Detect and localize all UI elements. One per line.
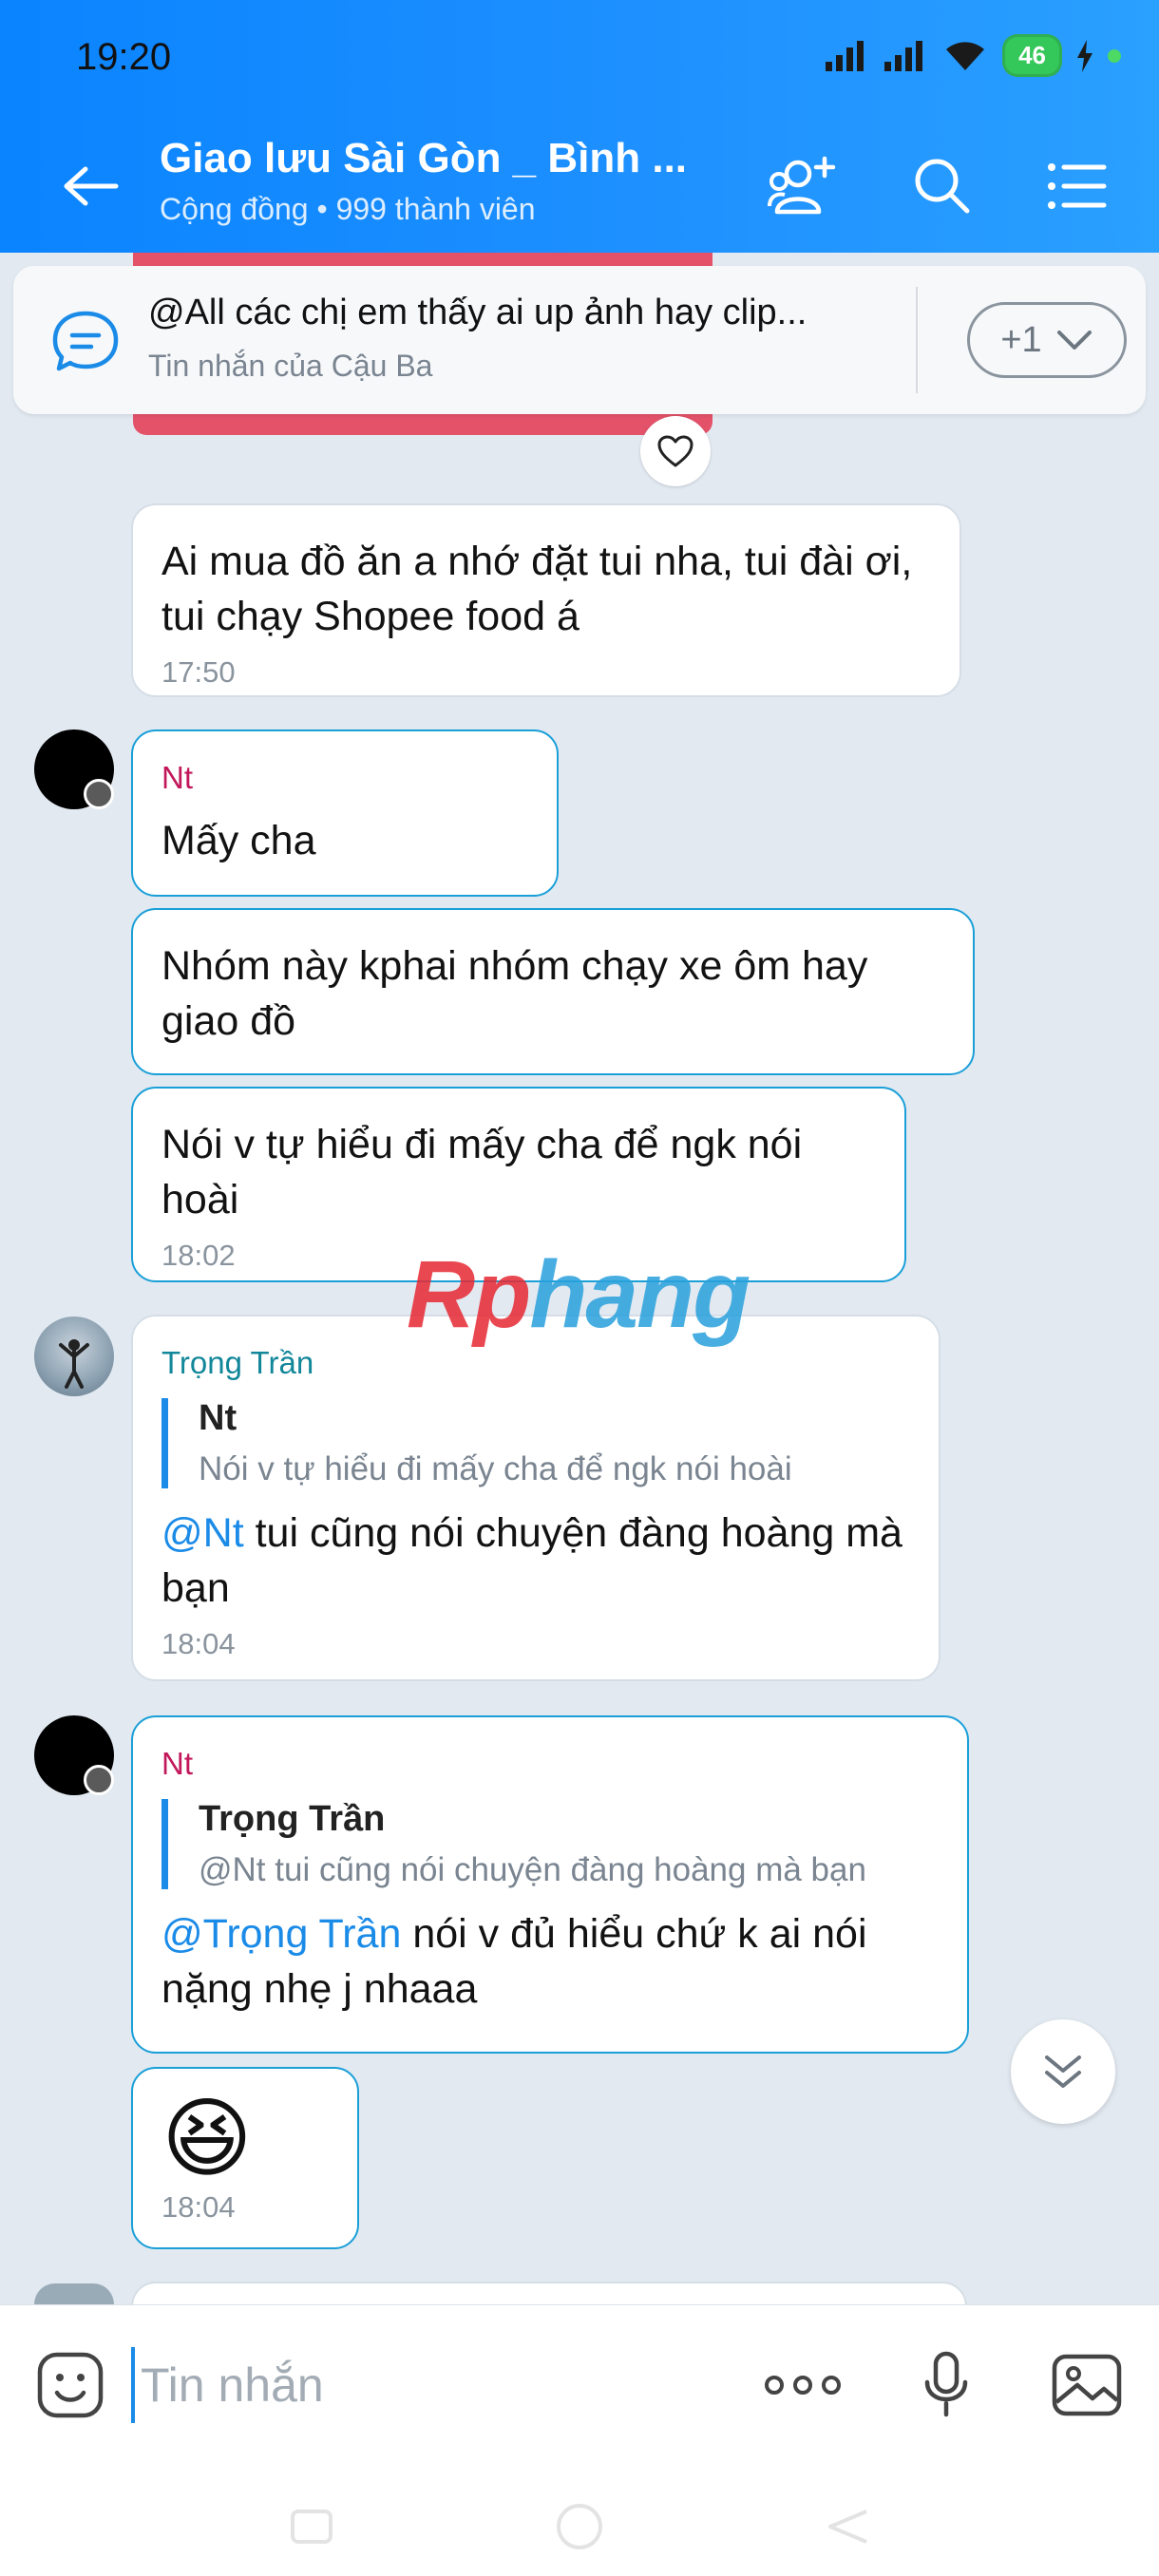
- message-bubble[interactable]: Nhóm này kphai nhóm chạy xe ôm hay giao …: [131, 908, 975, 1075]
- home-icon[interactable]: [553, 2500, 606, 2553]
- scroll-to-bottom-button[interactable]: [1011, 2019, 1115, 2124]
- back-nav-icon[interactable]: [825, 2508, 870, 2546]
- quoted-message[interactable]: Trọng Trần @Nt tui cũng nói chuyện đàng …: [162, 1799, 939, 1889]
- arrow-left-icon: [64, 166, 119, 206]
- recent-apps-icon[interactable]: [289, 2508, 334, 2546]
- message-text: Nói v tự hiểu đi mấy cha để ngk nói hoài: [162, 1122, 803, 1222]
- mic-icon: [924, 2351, 968, 2417]
- message-text: @Trọng Trần nói v đủ hiểu chứ k ai nói n…: [162, 1906, 939, 2017]
- mention-link[interactable]: @Trọng Trần: [162, 1911, 401, 1957]
- status-dot: [1108, 48, 1121, 63]
- quote-text: Nói v tự hiểu đi mấy cha để ngk nói hoài: [199, 1450, 792, 1487]
- search-button[interactable]: [904, 148, 980, 224]
- sender-name[interactable]: Trọng Trần: [162, 1345, 910, 1381]
- pinned-content: @All các chị em thấy ai up ảnh hay clip.…: [148, 293, 889, 384]
- battery-indicator: 46: [1002, 34, 1062, 77]
- message-time: 18:04: [162, 1627, 236, 1660]
- avatar[interactable]: [34, 1316, 114, 1396]
- message-text: Mấy cha: [162, 818, 316, 863]
- person-photo-icon: [59, 1339, 89, 1389]
- charging-icon: [1077, 39, 1092, 72]
- signal-icon: [884, 40, 923, 71]
- pinned-message-bar[interactable]: @All các chị em thấy ai up ảnh hay clip.…: [13, 266, 1146, 414]
- message-bubble[interactable]: Nt Trọng Trần @Nt tui cũng nói chuyện đà…: [131, 1715, 969, 2054]
- message-composer: [0, 2304, 1159, 2576]
- system-navigation-bar: [0, 2476, 1159, 2576]
- photo-message-edge[interactable]: [133, 414, 712, 435]
- message-text: @Nt tui cũng nói chuyện đàng hoàng mà bạ…: [162, 1506, 910, 1616]
- app-header: 19:20 46 Giao lưu Sài Gòn _ Bình ... Cộn…: [0, 0, 1159, 253]
- message-bubble[interactable]: Trọng Trần Nt Nói v tự hiểu đi mấy cha đ…: [131, 1315, 940, 1681]
- voice-button[interactable]: [908, 2343, 984, 2425]
- sender-name[interactable]: Nt: [162, 760, 528, 796]
- more-dots-icon: [765, 2376, 841, 2395]
- like-reaction-button[interactable]: [640, 416, 711, 486]
- message-time: 18:04: [162, 2190, 236, 2224]
- pinned-author: Tin nhắn của Cậu Ba: [148, 349, 433, 383]
- divider: [916, 287, 918, 393]
- message-input[interactable]: [131, 2347, 720, 2423]
- search-icon: [915, 159, 970, 214]
- avatar[interactable]: [34, 2283, 114, 2304]
- quote-author: Nt: [199, 1398, 238, 1438]
- chat-bubble-icon: [52, 311, 119, 371]
- image-icon: [1052, 2354, 1122, 2416]
- double-chevron-down-icon: [1045, 2055, 1081, 2088]
- sender-name[interactable]: Nt: [162, 1746, 939, 1782]
- message-text: Ai mua đồ ăn a nhớ đặt tui nha, tui đài …: [162, 539, 913, 639]
- group-subtitle: Cộng đồng • 999 thành viên: [160, 192, 536, 226]
- photo-message-edge[interactable]: [133, 253, 712, 266]
- message-bubble[interactable]: Ai mua đồ ăn a nhớ đặt tui nha, tui đài …: [131, 503, 961, 697]
- message-bubble[interactable]: 😆 18:04: [131, 2067, 359, 2249]
- group-title: Giao lưu Sài Gòn _ Bình ...: [160, 135, 688, 181]
- add-member-button[interactable]: [766, 148, 842, 224]
- sticker-button[interactable]: [32, 2347, 108, 2423]
- watermark-logo: Rphang: [407, 1241, 750, 1348]
- add-member-icon: [768, 156, 836, 215]
- quote-text: @Nt tui cũng nói chuyện đàng hoàng mà bạ…: [199, 1851, 866, 1888]
- pinned-count: +1: [1000, 319, 1042, 360]
- pinned-text: @All các chị em thấy ai up ảnh hay clip.…: [148, 293, 808, 332]
- sticker-icon: [37, 2352, 104, 2418]
- quoted-message[interactable]: Nt Nói v tự hiểu đi mấy cha để ngk nói h…: [162, 1398, 910, 1488]
- message-bubble[interactable]: Nt Mấy cha: [131, 729, 559, 897]
- message-text: Nhóm này kphai nhóm chạy xe ôm hay giao …: [162, 943, 868, 1044]
- conversation-header[interactable]: Giao lưu Sài Gòn _ Bình ... Cộng đồng • …: [160, 135, 692, 227]
- gallery-button[interactable]: [1047, 2345, 1127, 2425]
- heart-icon: [657, 435, 694, 467]
- menu-icon: [1048, 163, 1107, 209]
- more-button[interactable]: [760, 2347, 846, 2423]
- quote-author: Trọng Trần: [199, 1799, 386, 1839]
- status-icons: 46: [824, 34, 1121, 77]
- status-time: 19:20: [76, 36, 172, 78]
- emoji-sticker: 😆: [162, 2091, 253, 2188]
- wifi-icon: [946, 41, 985, 70]
- message-body: tui cũng nói chuyện đàng hoàng mà bạn: [162, 1510, 902, 1611]
- pinned-expand-button[interactable]: +1: [967, 302, 1127, 378]
- chevron-down-icon: [1056, 331, 1092, 350]
- key-icon: [84, 779, 114, 809]
- menu-button[interactable]: [1039, 148, 1115, 224]
- key-icon: [84, 1765, 114, 1795]
- message-time: 17:50: [162, 655, 236, 689]
- signal-icon: [826, 40, 864, 71]
- mention-link[interactable]: @Nt: [162, 1510, 244, 1556]
- back-button[interactable]: [57, 152, 125, 220]
